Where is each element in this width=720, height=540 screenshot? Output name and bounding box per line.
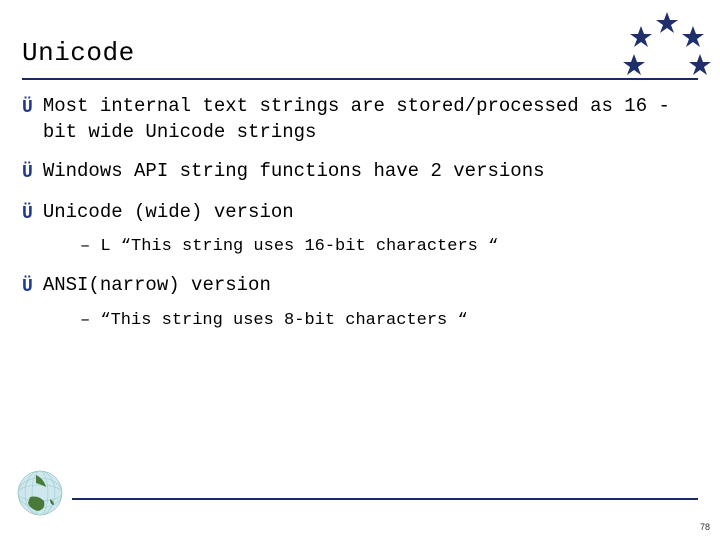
- globe-icon: [16, 469, 64, 522]
- bullet-item: Ü Most internal text strings are stored/…: [22, 94, 698, 145]
- bullet-item: Ü Unicode (wide) version: [22, 200, 698, 226]
- sub-list: “This string uses 8-bit characters “: [22, 308, 698, 334]
- bullet-text: Windows API string functions have 2 vers…: [43, 159, 698, 185]
- footer-line: [72, 498, 698, 500]
- sub-item: “This string uses 8-bit characters “: [80, 308, 698, 334]
- arrow-icon: Ü: [22, 161, 33, 185]
- bullet-list: Ü Most internal text strings are stored/…: [22, 94, 698, 333]
- stars-logo: [620, 12, 714, 95]
- arrow-icon: Ü: [22, 202, 33, 226]
- arrow-icon: Ü: [22, 275, 33, 299]
- arrow-icon: Ü: [22, 96, 33, 120]
- slide-title: Unicode: [22, 38, 135, 68]
- sub-list: L “This string uses 16-bit characters “: [22, 234, 698, 260]
- bullet-item: Ü ANSI(narrow) version: [22, 273, 698, 299]
- slide: Unicode Ü Most internal text strings are…: [0, 0, 720, 540]
- title-row: Unicode: [22, 38, 698, 68]
- bullet-item: Ü Windows API string functions have 2 ve…: [22, 159, 698, 185]
- sub-item: L “This string uses 16-bit characters “: [80, 234, 698, 260]
- bullet-text: ANSI(narrow) version: [43, 273, 698, 299]
- bullet-text: Unicode (wide) version: [43, 200, 698, 226]
- page-number: 78: [700, 522, 710, 532]
- bullet-text: Most internal text strings are stored/pr…: [43, 94, 698, 145]
- title-underline: [22, 78, 698, 80]
